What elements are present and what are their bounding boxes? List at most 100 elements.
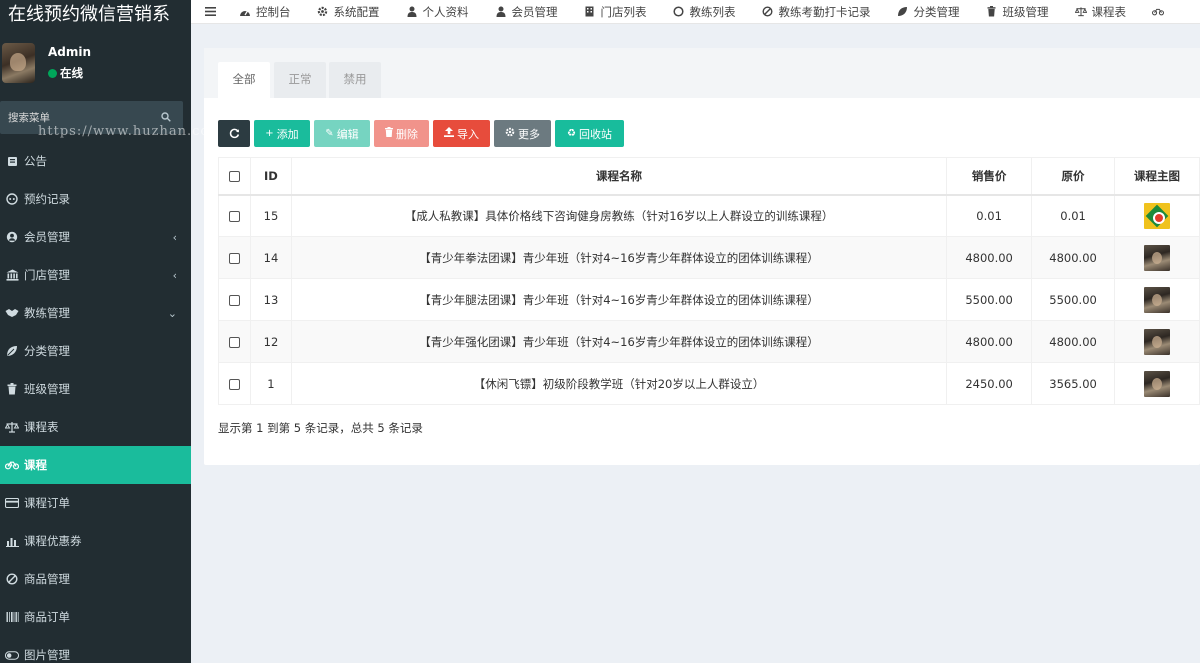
- tab-store-list[interactable]: 门店列表: [571, 0, 660, 23]
- menu-search: [0, 101, 183, 134]
- table-row[interactable]: 15 【成人私教课】具体价格线下咨询健身房教练（针对16岁以上人群设立的训练课程…: [218, 194, 1200, 237]
- sidebar-item-notice[interactable]: 公告: [0, 142, 191, 180]
- tab-classes[interactable]: 班级管理: [973, 0, 1062, 23]
- select-all-checkbox[interactable]: [228, 170, 240, 182]
- tab-timetable[interactable]: 课程表: [1062, 0, 1140, 23]
- cell-image: [1114, 278, 1200, 321]
- row-checkbox[interactable]: [228, 294, 240, 306]
- column-header-id[interactable]: ID: [249, 157, 292, 196]
- search-icon[interactable]: [161, 112, 171, 122]
- toolbar: + 添加 ✎ 编辑 删除 导入 更多 ♻ 回收站: [218, 120, 628, 148]
- tab-coach-list[interactable]: 教练列表: [660, 0, 749, 23]
- add-button[interactable]: + 添加: [254, 120, 310, 147]
- course-thumbnail[interactable]: [1144, 244, 1171, 271]
- tab-all[interactable]: 全部: [218, 62, 270, 98]
- add-button-label: 添加: [276, 127, 299, 141]
- sidebar-item-product-orders[interactable]: 商品订单: [0, 598, 191, 636]
- sidebar-menu: 公告 预约记录 会员管理 ‹ 门店管理 ‹ 教练管理 ⌄ 分类管理 班级管理 课…: [0, 142, 191, 663]
- table-row[interactable]: 1 【休闲飞镖】初级阶段教学班（针对20岁以上人群设立） 2450.00 356…: [218, 362, 1200, 405]
- bar-chart-icon: [5, 534, 19, 548]
- tab-normal[interactable]: 正常: [274, 62, 326, 98]
- pagination-summary: 显示第 1 到第 5 条记录，总共 5 条记录: [218, 421, 423, 435]
- row-checkbox[interactable]: [228, 252, 240, 264]
- cell-name: 【成人私教课】具体价格线下咨询健身房教练（针对16岁以上人群设立的训练课程）: [290, 194, 948, 237]
- more-button[interactable]: 更多: [494, 120, 551, 147]
- column-header-original-price[interactable]: 原价: [1031, 157, 1116, 196]
- balance-scale-icon: [1074, 6, 1087, 18]
- course-thumbnail[interactable]: [1144, 328, 1171, 355]
- table-row[interactable]: 12 【青少年强化团课】青少年班（针对4~16岁青少年群体设立的团体训练课程） …: [218, 320, 1200, 363]
- app-brand[interactable]: 在线预约微信营销系: [0, 0, 191, 35]
- sidebar-item-stores[interactable]: 门店管理 ‹: [0, 256, 191, 294]
- cell-sale-price: 4800.00: [946, 236, 1033, 279]
- cell-original-price: 0.01: [1031, 194, 1116, 237]
- row-select-cell: [218, 362, 251, 405]
- row-checkbox[interactable]: [228, 210, 240, 222]
- sidebar-item-label: 教练管理: [24, 306, 70, 320]
- tab-label: 会员管理: [511, 4, 558, 19]
- sidebar-item-products[interactable]: 商品管理: [0, 560, 191, 598]
- sidebar-item-booking[interactable]: 预约记录: [0, 180, 191, 218]
- sidebar-item-label: 商品订单: [24, 610, 70, 624]
- column-header-image[interactable]: 课程主图: [1114, 157, 1200, 196]
- sidebar-item-label: 分类管理: [24, 344, 70, 358]
- tab-label: 个人资料: [422, 4, 469, 19]
- online-status-icon: [48, 69, 57, 78]
- barcode-icon: [5, 610, 19, 624]
- sidebar-item-course-orders[interactable]: 课程订单: [0, 484, 191, 522]
- tab-coach-attendance[interactable]: 教练考勤打卡记录: [749, 0, 884, 23]
- tab-label: 系统配置: [333, 4, 380, 19]
- table-row[interactable]: 14 【青少年拳法团课】青少年班（针对4~16岁青少年群体设立的团体训练课程） …: [218, 236, 1200, 279]
- tab-label: 教练考勤打卡记录: [778, 4, 871, 19]
- course-thumbnail[interactable]: [1144, 370, 1171, 397]
- row-checkbox[interactable]: [228, 378, 240, 390]
- sidebar-item-classes[interactable]: 班级管理: [0, 370, 191, 408]
- edit-button[interactable]: ✎ 编辑: [314, 120, 370, 147]
- chevron-left-icon: ‹: [172, 269, 177, 282]
- refresh-button[interactable]: [218, 120, 250, 147]
- cell-sale-price: 5500.00: [946, 278, 1033, 321]
- import-button[interactable]: 导入: [433, 120, 490, 147]
- row-checkbox[interactable]: [228, 336, 240, 348]
- course-thumbnail[interactable]: [1144, 202, 1171, 229]
- user-circle-icon: [5, 230, 19, 244]
- sidebar-toggle-button[interactable]: [191, 0, 226, 23]
- tab-members[interactable]: 会员管理: [482, 0, 571, 23]
- sidebar-item-timetable[interactable]: 课程表: [0, 408, 191, 446]
- tab-disabled[interactable]: 禁用: [329, 62, 381, 98]
- menu-search-input[interactable]: [0, 101, 150, 134]
- recycle-icon: ♻: [567, 128, 576, 139]
- bicycle-icon: [1152, 6, 1164, 18]
- sidebar-item-course-coupons[interactable]: 课程优惠券: [0, 522, 191, 560]
- sidebar-item-members[interactable]: 会员管理 ‹: [0, 218, 191, 256]
- tab-label: 班级管理: [1002, 4, 1049, 19]
- delete-button[interactable]: 删除: [374, 120, 429, 147]
- tab-profile[interactable]: 个人资料: [393, 0, 482, 23]
- bank-icon: [5, 268, 19, 282]
- cell-id: 13: [249, 278, 292, 321]
- gear-icon: [317, 6, 329, 18]
- column-header-sale-price[interactable]: 销售价: [946, 157, 1033, 196]
- ban-icon: [5, 572, 19, 586]
- gear-icon: [505, 127, 515, 140]
- recycle-bin-button[interactable]: ♻ 回收站: [555, 120, 624, 147]
- trash-icon: [385, 127, 393, 140]
- table-row[interactable]: 13 【青少年腿法团课】青少年班（针对4~16岁青少年群体设立的团体训练课程） …: [218, 278, 1200, 321]
- credit-card-icon: [5, 496, 19, 510]
- sidebar-item-courses[interactable]: 课程: [0, 446, 191, 484]
- tab-label: 控制台: [256, 4, 291, 19]
- sidebar-item-images[interactable]: 图片管理: [0, 636, 191, 663]
- course-thumbnail[interactable]: [1144, 286, 1171, 313]
- tab-courses[interactable]: [1139, 0, 1182, 23]
- cell-image: [1114, 194, 1200, 237]
- tab-categories[interactable]: 分类管理: [884, 0, 973, 23]
- sidebar-item-categories[interactable]: 分类管理: [0, 332, 191, 370]
- balance-scale-icon: [5, 420, 19, 434]
- user-name: Admin: [48, 45, 92, 59]
- notice-icon: [5, 154, 19, 168]
- column-header-name[interactable]: 课程名称: [290, 157, 948, 196]
- tab-dashboard[interactable]: 控制台: [226, 0, 304, 23]
- sidebar-item-coaches[interactable]: 教练管理 ⌄: [0, 294, 191, 332]
- tab-system-config[interactable]: 系统配置: [304, 0, 393, 23]
- content-panel: 全部 正常 禁用 + 添加 ✎ 编辑 删除 导入 更多 ♻ 回收站 ID 课程名…: [204, 48, 1200, 465]
